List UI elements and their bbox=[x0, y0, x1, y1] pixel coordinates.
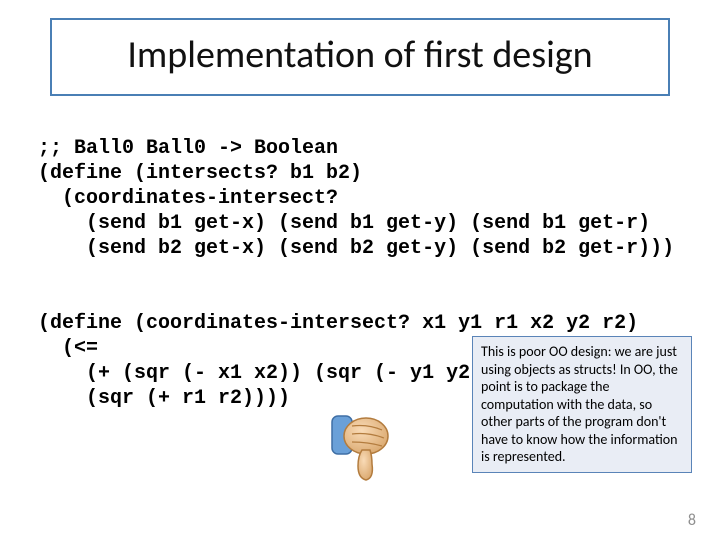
title-container: Implementation of first design bbox=[50, 18, 670, 96]
thumbs-down-icon bbox=[328, 412, 396, 493]
slide-title: Implementation of first design bbox=[62, 32, 658, 78]
page-number: 8 bbox=[688, 511, 696, 530]
slide: Implementation of first design ;; Ball0 … bbox=[0, 0, 720, 540]
callout-box: This is poor OO design: we are just usin… bbox=[472, 336, 692, 473]
